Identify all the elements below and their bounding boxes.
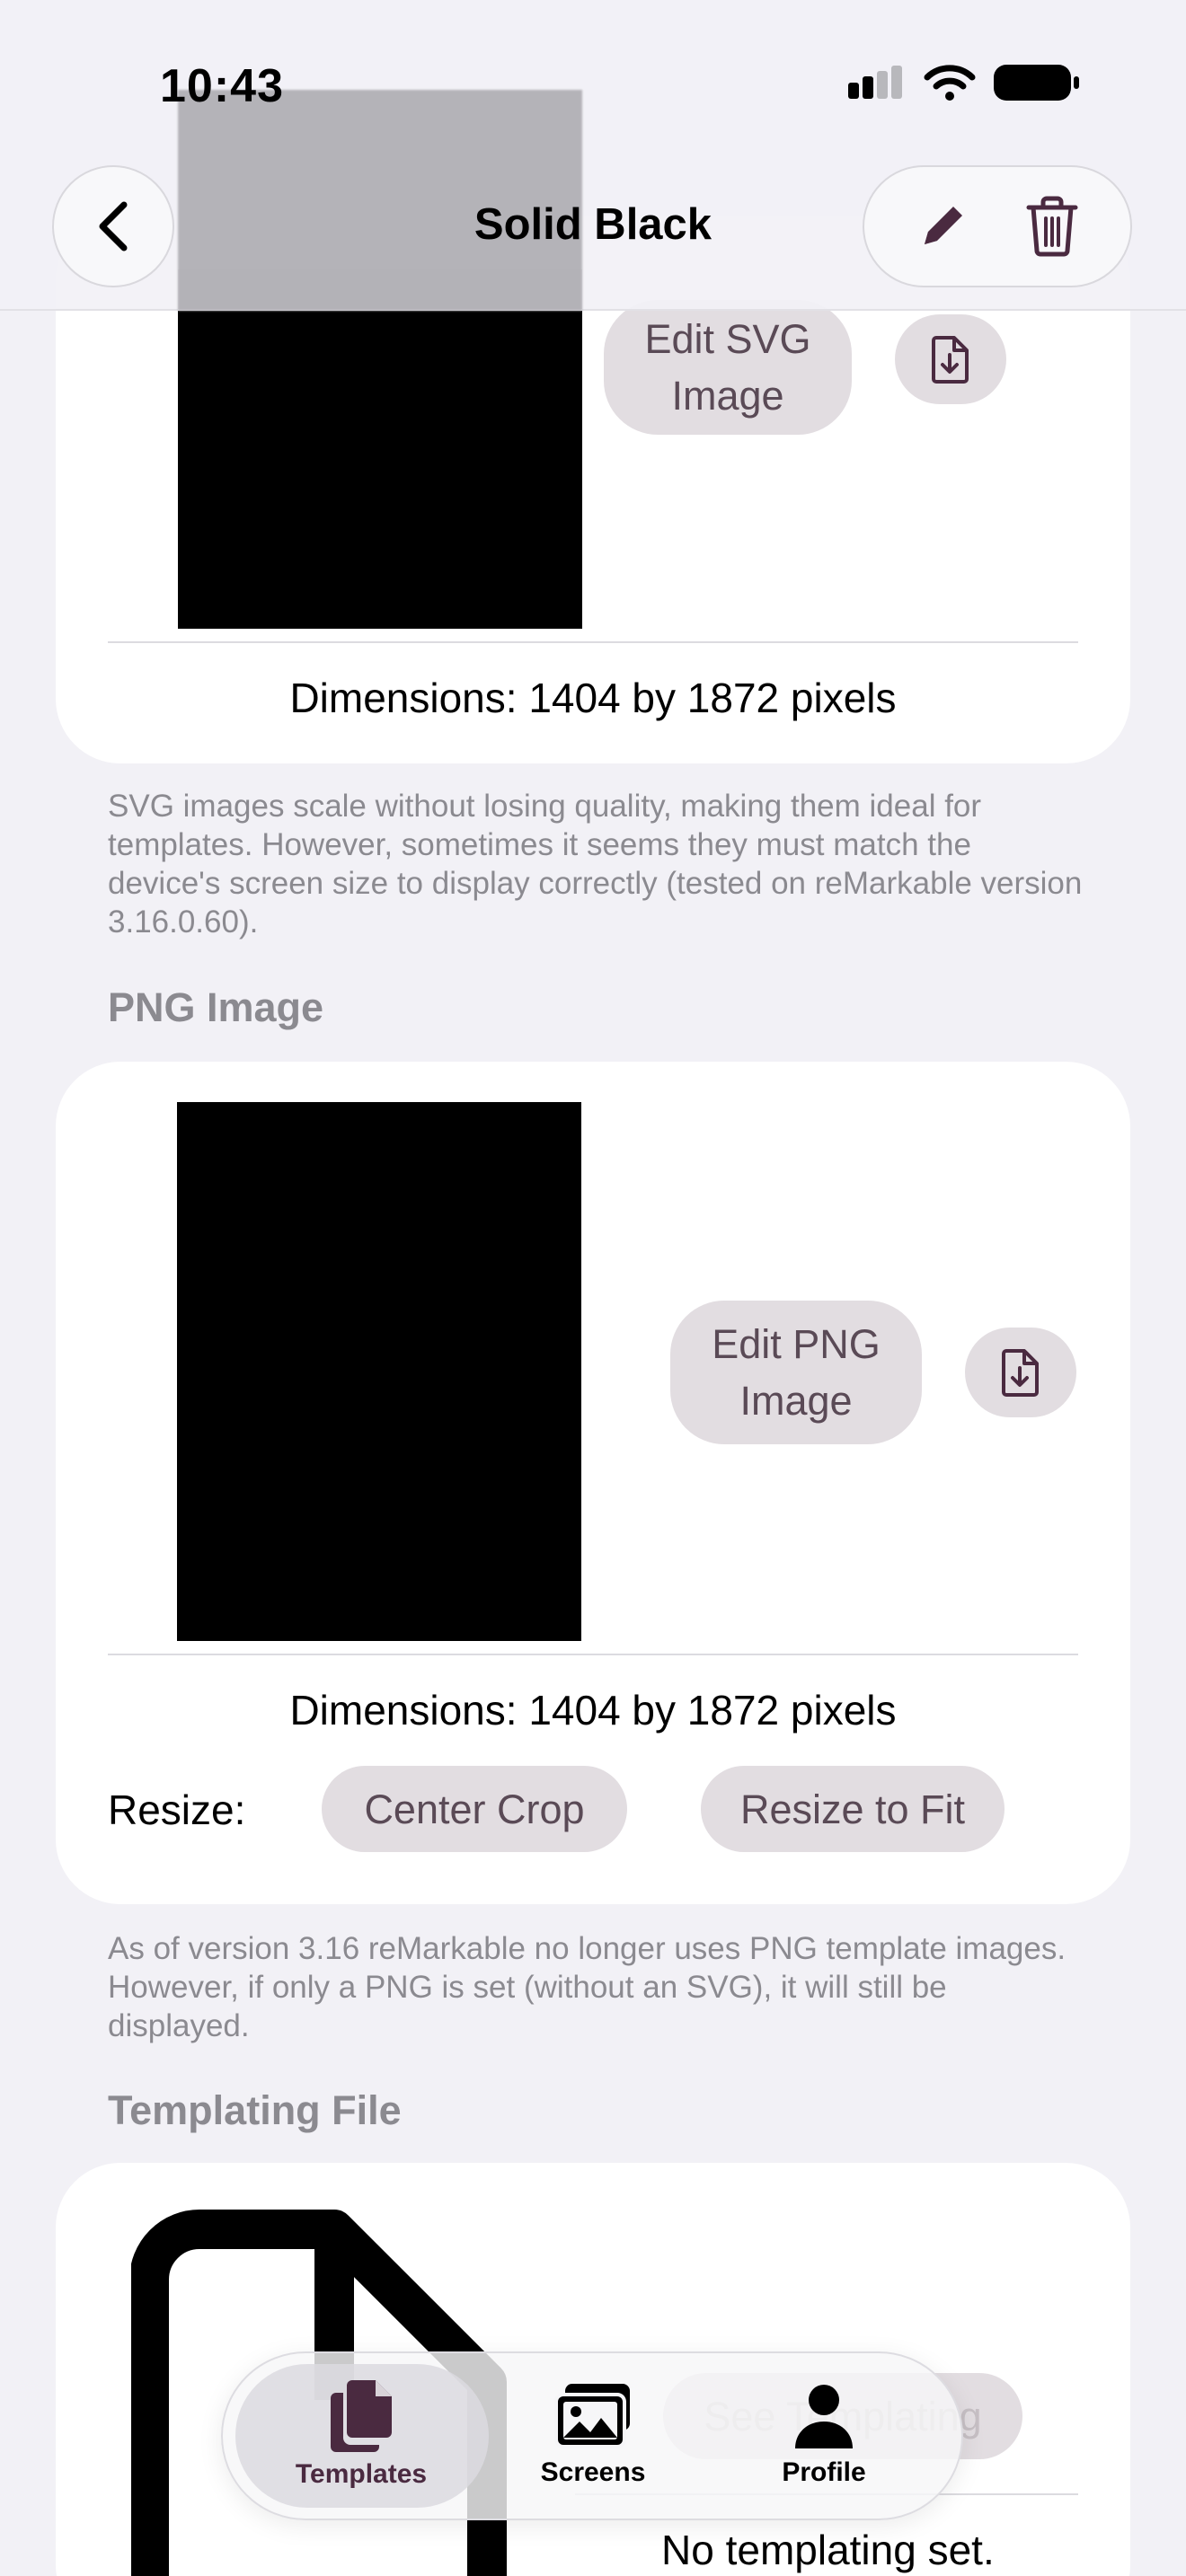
- trash-icon: [1026, 196, 1078, 257]
- status-time: 10:43: [160, 60, 284, 112]
- delete-button[interactable]: [1025, 195, 1079, 258]
- edit-svg-button[interactable]: Edit SVG Image: [604, 300, 852, 435]
- battery-icon: [994, 65, 1079, 101]
- export-png-button[interactable]: [965, 1328, 1076, 1417]
- download-doc-icon: [932, 336, 969, 384]
- export-svg-button[interactable]: [895, 314, 1006, 404]
- tab-templates-label: Templates: [295, 2459, 428, 2489]
- png-note: As of version 3.16 reMarkable no longer …: [108, 1931, 1067, 2043]
- wifi-icon: [924, 65, 976, 101]
- tab-profile-label: Profile: [782, 2457, 866, 2487]
- download-doc-icon: [1002, 1349, 1039, 1397]
- center-crop-button[interactable]: Center Crop: [322, 1766, 627, 1852]
- nav-actions-group: [863, 165, 1132, 287]
- templating-section-header: Templating File: [108, 2087, 402, 2133]
- resize-label: Resize:: [108, 1786, 246, 1833]
- status-icons: [846, 63, 1080, 102]
- tab-templates[interactable]: Templates: [258, 2377, 465, 2490]
- pencil-icon: [925, 207, 962, 244]
- person-icon: [795, 2385, 853, 2448]
- svg-note: SVG images scale without losing quality,…: [108, 789, 1083, 940]
- photos-icon: [554, 2384, 630, 2448]
- tab-screens[interactable]: Screens: [490, 2382, 696, 2488]
- resize-to-fit-button[interactable]: Resize to Fit: [701, 1766, 1005, 1852]
- documents-icon: [331, 2380, 392, 2452]
- png-image-preview[interactable]: [177, 1102, 581, 1641]
- tab-screens-label: Screens: [540, 2457, 646, 2487]
- svg-image-preview[interactable]: [178, 269, 582, 629]
- tab-profile[interactable]: Profile: [721, 2382, 927, 2488]
- png-dimensions: Dimensions: 1404 by 1872 pixels: [289, 1687, 897, 1734]
- edit-button[interactable]: [916, 199, 969, 253]
- svg-card-divider: [108, 641, 1078, 643]
- edit-png-button[interactable]: Edit PNG Image: [670, 1301, 922, 1444]
- no-templating-text: No templating set.: [661, 2527, 995, 2573]
- svg-dimensions: Dimensions: 1404 by 1872 pixels: [289, 675, 897, 721]
- png-section-header: PNG Image: [108, 984, 324, 1030]
- cellular-signal-icon: [848, 66, 902, 99]
- png-card-divider: [108, 1654, 1078, 1655]
